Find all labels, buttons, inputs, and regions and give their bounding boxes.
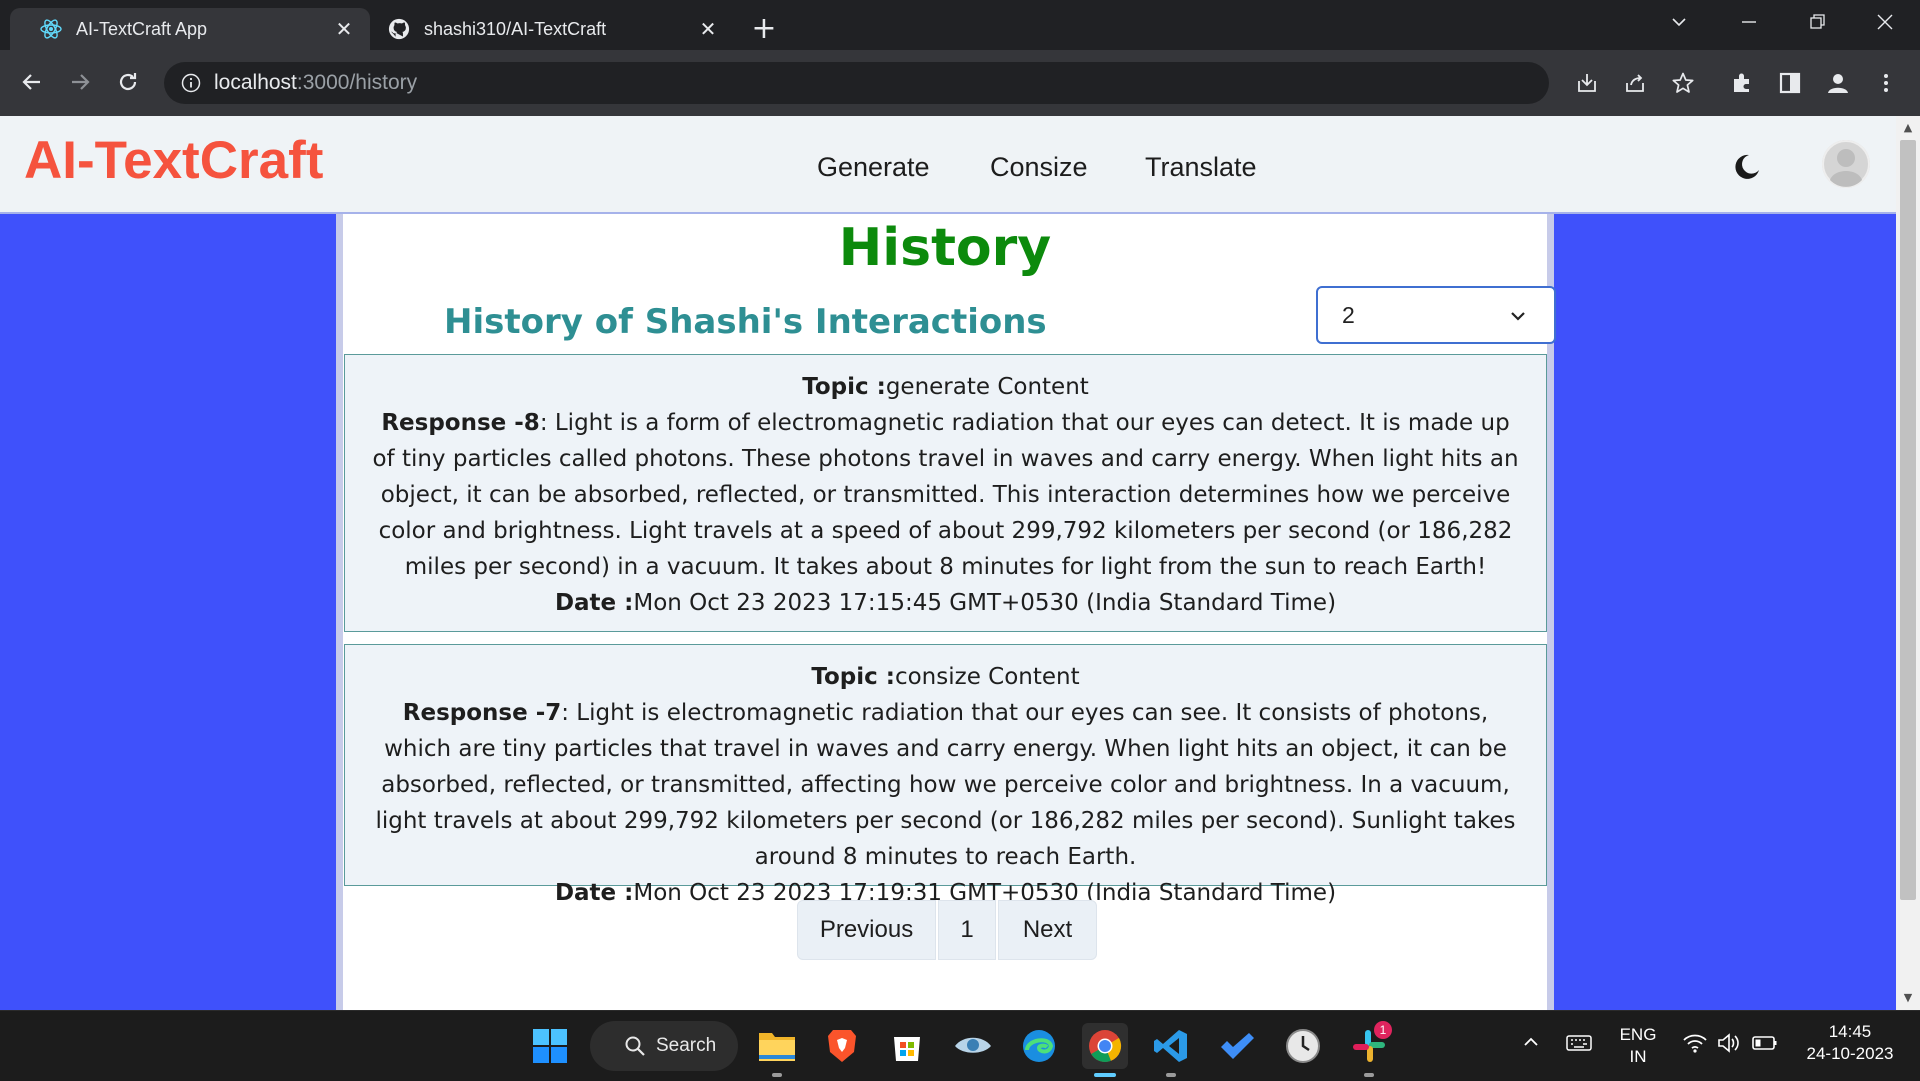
clock-time: 14:45 <box>1828 1022 1872 1041</box>
minimize-icon[interactable] <box>1714 0 1784 44</box>
date-value: Mon Oct 23 2023 17:15:45 GMT+0530 (India… <box>633 590 1337 616</box>
taskbar-search[interactable]: Search <box>590 1021 738 1071</box>
app-navbar: AI-TextCraft Generate Consize Translate <box>0 116 1896 214</box>
search-label: Search <box>656 1035 717 1056</box>
restore-icon[interactable] <box>1782 0 1852 44</box>
tab-github-repo[interactable]: shashi310/AI-TextCraft ✕ <box>374 8 734 50</box>
tab-search-icon[interactable] <box>1644 0 1714 44</box>
nav-consize-link[interactable]: Consize <box>990 152 1088 183</box>
history-entry-card: Topic :generate Content Response -8: Lig… <box>344 354 1547 632</box>
date-label: Date : <box>554 590 634 616</box>
edge-icon[interactable] <box>1016 1023 1062 1069</box>
close-tab-icon[interactable]: ✕ <box>696 17 720 41</box>
response-label: Response -7 <box>402 700 562 726</box>
windows-start-icon[interactable] <box>527 1023 573 1069</box>
topic-value: generate Content <box>885 374 1089 400</box>
response-label: Response -8 <box>381 410 540 436</box>
active-indicator <box>1094 1073 1116 1077</box>
response-line: Response -7: Light is electromagnetic ra… <box>367 695 1524 875</box>
tab-title: AI-TextCraft App <box>76 18 208 39</box>
microsoft-store-icon[interactable] <box>884 1023 930 1069</box>
profile-icon[interactable] <box>1823 68 1853 98</box>
browser-toolbar: localhost:3000/history <box>0 50 1920 116</box>
close-window-icon[interactable] <box>1850 0 1920 44</box>
browser-menu-icon[interactable] <box>1871 68 1901 98</box>
tab-title: shashi310/AI-TextCraft <box>424 18 607 39</box>
nav-generate-link[interactable]: Generate <box>817 152 930 183</box>
battery-icon[interactable] <box>1752 1033 1778 1057</box>
back-icon[interactable] <box>14 64 50 100</box>
running-indicator <box>772 1073 782 1077</box>
page-viewport: AI-TextCraft Generate Consize Translate … <box>0 116 1896 1010</box>
url-host: localhost <box>214 71 297 94</box>
topic-label: Topic : <box>802 374 886 400</box>
page-title: History <box>838 218 1052 278</box>
bookmark-star-icon[interactable] <box>1668 68 1698 98</box>
file-explorer-icon[interactable] <box>754 1023 800 1069</box>
date-line: Date :Mon Oct 23 2023 17:15:45 GMT+0530 … <box>367 585 1524 621</box>
scrollbar-thumb[interactable] <box>1900 140 1916 900</box>
language-indicator[interactable]: ENG IN <box>1614 1024 1662 1068</box>
install-app-icon[interactable] <box>1572 68 1602 98</box>
reload-icon[interactable] <box>110 64 146 100</box>
system-clock[interactable]: 14:45 24-10-2023 <box>1796 1021 1904 1065</box>
response-line: Response -8: Light is a form of electrom… <box>367 405 1524 585</box>
keyboard-icon[interactable] <box>1566 1033 1592 1057</box>
running-indicator <box>1166 1073 1176 1077</box>
scroll-down-arrow-icon[interactable]: ▼ <box>1902 992 1914 1004</box>
brave-browser-icon[interactable] <box>819 1023 865 1069</box>
search-icon <box>625 1036 645 1056</box>
history-subtitle: History of Shashi's Interactions <box>444 302 1047 342</box>
select-value: 2 <box>1342 301 1355 328</box>
topic-value: consize Content <box>894 664 1080 690</box>
running-indicator <box>1364 1073 1374 1077</box>
page-number-button[interactable]: 1 <box>938 900 996 960</box>
brand-logo[interactable]: AI-TextCraft <box>24 130 323 191</box>
page-scrollbar[interactable]: ▲ ▼ <box>1896 116 1920 1010</box>
clock-app-icon[interactable] <box>1280 1023 1326 1069</box>
topic-line: Topic :generate Content <box>367 369 1524 405</box>
moon-icon[interactable] <box>1732 152 1762 182</box>
language-code: ENG <box>1619 1025 1657 1044</box>
clock-date: 24-10-2023 <box>1806 1044 1894 1063</box>
forward-icon[interactable] <box>62 64 98 100</box>
region-code: IN <box>1629 1047 1647 1066</box>
close-tab-icon[interactable]: ✕ <box>332 17 356 41</box>
chevron-down-icon <box>1508 305 1528 325</box>
pagination: Previous 1 Next <box>797 900 1099 960</box>
github-icon <box>388 18 410 40</box>
scroll-up-arrow-icon[interactable]: ▲ <box>1902 122 1914 134</box>
side-panel-icon[interactable] <box>1775 68 1805 98</box>
react-icon <box>40 18 62 40</box>
previous-page-button[interactable]: Previous <box>797 900 936 960</box>
history-panel: History History of Shashi's Interactions… <box>336 214 1556 1010</box>
chevron-up-icon[interactable] <box>1522 1033 1540 1055</box>
todo-icon[interactable] <box>1214 1023 1260 1069</box>
new-tab-button[interactable]: + <box>748 11 780 46</box>
history-entry-card: Topic :consize Content Response -7: Ligh… <box>344 644 1547 906</box>
tab-ai-textcraft-app[interactable]: AI-TextCraft App ✕ <box>10 8 370 50</box>
topic-label: Topic : <box>811 664 895 690</box>
extensions-icon[interactable] <box>1727 68 1757 98</box>
vscode-icon[interactable] <box>1148 1023 1194 1069</box>
volume-icon[interactable] <box>1716 1031 1742 1059</box>
share-icon[interactable] <box>1620 68 1650 98</box>
nav-translate-link[interactable]: Translate <box>1145 152 1257 183</box>
items-per-page-select[interactable]: 2 <box>1316 286 1556 344</box>
date-label: Date : <box>554 880 634 906</box>
notification-badge: 1 <box>1374 1021 1392 1039</box>
wifi-icon[interactable] <box>1682 1031 1708 1059</box>
response-text: : Light is a form of electromagnetic rad… <box>372 410 1519 580</box>
site-info-icon[interactable] <box>180 72 202 94</box>
browser-tab-strip: AI-TextCraft App ✕ shashi310/AI-TextCraf… <box>0 0 1920 50</box>
chrome-icon[interactable] <box>1082 1023 1128 1069</box>
eye-app-icon[interactable] <box>950 1023 996 1069</box>
windows-taskbar: Search 1 ENG IN 14:45 24-10-2023 <box>0 1010 1920 1081</box>
avatar[interactable] <box>1822 140 1870 188</box>
address-bar[interactable]: localhost:3000/history <box>164 62 1549 104</box>
next-page-button[interactable]: Next <box>998 900 1097 960</box>
topic-line: Topic :consize Content <box>367 659 1524 695</box>
url-path: :3000/history <box>296 71 418 94</box>
